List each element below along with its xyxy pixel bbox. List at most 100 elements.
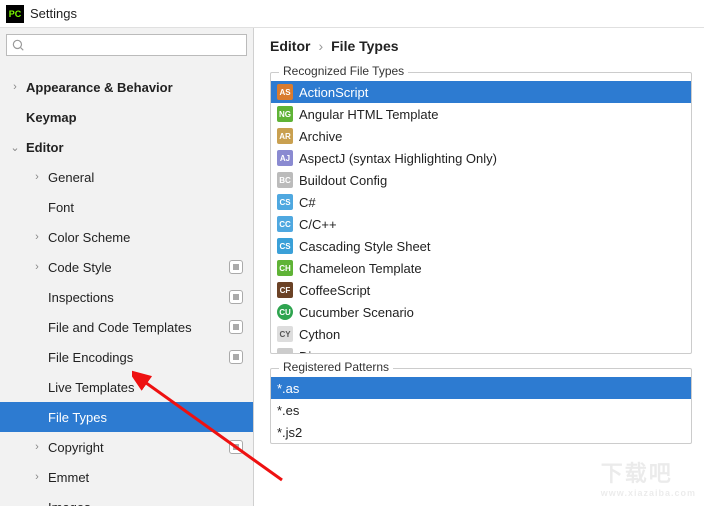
aj-file-icon: AJ: [277, 150, 293, 166]
file-type-row[interactable]: CH Chameleon Template: [271, 257, 691, 279]
registered-patterns-list[interactable]: *.as *.es *.js2: [271, 369, 691, 443]
tree-item-label: Color Scheme: [48, 230, 130, 245]
pattern-row[interactable]: *.es: [271, 399, 691, 421]
file-type-row[interactable]: AR Archive: [271, 125, 691, 147]
tree-item-copyright[interactable]: › Copyright: [0, 432, 253, 462]
as-file-icon: AS: [277, 84, 293, 100]
chevron-icon: ›: [30, 471, 44, 483]
chevron-right-icon: ›: [318, 38, 323, 54]
recognized-file-types-list[interactable]: ASActionScriptNGAngular HTML TemplateARA…: [271, 73, 691, 353]
tree-item-label: Live Templates: [48, 380, 134, 395]
tree-item-label: File and Code Templates: [48, 320, 192, 335]
chevron-icon: ⌄: [8, 141, 22, 154]
tree-item-emmet[interactable]: › Emmet: [0, 462, 253, 492]
tree-item-label: Emmet: [48, 470, 89, 485]
breadcrumb-root[interactable]: Editor: [270, 38, 310, 54]
cf-file-icon: CF: [277, 282, 293, 298]
tree-item-file-and-code-templates[interactable]: File and Code Templates: [0, 312, 253, 342]
chevron-icon: ›: [8, 81, 22, 93]
tree-item-file-types[interactable]: File Types: [0, 402, 253, 432]
cy-file-icon: CY: [277, 326, 293, 342]
file-type-label: Chameleon Template: [299, 261, 422, 276]
settings-tree: › Appearance & Behavior Keymap ⌄ Editor ›Gene…: [0, 62, 253, 506]
pattern-label: *.es: [277, 403, 299, 418]
cu-file-icon: CU: [277, 304, 293, 320]
project-scope-icon: [229, 320, 243, 334]
file-type-label: C#: [299, 195, 316, 210]
search-input[interactable]: [6, 34, 247, 56]
ar-file-icon: AR: [277, 128, 293, 144]
project-scope-icon: [229, 440, 243, 454]
pattern-label: *.as: [277, 381, 299, 396]
chevron-icon: ›: [30, 171, 44, 183]
file-type-row[interactable]: CS C#: [271, 191, 691, 213]
file-type-row[interactable]: CS Cascading Style Sheet: [271, 235, 691, 257]
window-title: Settings: [30, 6, 77, 21]
project-scope-icon: [229, 350, 243, 364]
tree-item-code-style[interactable]: › Code Style: [0, 252, 253, 282]
file-type-row[interactable]: DG Diagram: [271, 345, 691, 353]
file-type-label: ActionScript: [299, 85, 368, 100]
project-scope-icon: [229, 260, 243, 274]
dg-file-icon: DG: [277, 348, 293, 353]
tree-item-label: File Encodings: [48, 350, 133, 365]
patterns-label: Registered Patterns: [279, 360, 393, 374]
chevron-icon: ›: [30, 261, 44, 273]
file-type-row[interactable]: AJ AspectJ (syntax Highlighting Only): [271, 147, 691, 169]
content-pane: Editor › File Types Recognized File Type…: [254, 28, 704, 506]
file-type-row[interactable]: CU Cucumber Scenario: [271, 301, 691, 323]
bc-file-icon: BC: [277, 172, 293, 188]
tree-item-inspections[interactable]: Inspections: [0, 282, 253, 312]
pattern-row[interactable]: *.js2: [271, 421, 691, 443]
file-type-label: Cucumber Scenario: [299, 305, 414, 320]
file-type-label: Diagram: [299, 349, 348, 354]
file-type-row[interactable]: CFCoffeeScript: [271, 279, 691, 301]
tree-item-label: Inspections: [48, 290, 114, 305]
recognized-label: Recognized File Types: [279, 64, 408, 78]
registered-patterns-group: Registered Patterns *.as*.es*.js2: [270, 368, 692, 444]
tree-item-label: Copyright: [48, 440, 104, 455]
pattern-row[interactable]: *.as: [271, 377, 691, 399]
file-type-row[interactable]: CY Cython: [271, 323, 691, 345]
tree-item-editor[interactable]: ⌄ Editor: [0, 132, 253, 162]
tree-item-label: Appearance & Behavior: [26, 80, 173, 95]
pattern-label: *.js2: [277, 425, 302, 440]
file-type-label: C/C++: [299, 217, 337, 232]
file-type-label: Cython: [299, 327, 340, 342]
file-type-label: Archive: [299, 129, 342, 144]
app-icon: PC: [6, 5, 24, 23]
project-scope-icon: [229, 290, 243, 304]
tree-item-label: Editor: [26, 140, 64, 155]
tree-item-appearance-behavior[interactable]: › Appearance & Behavior: [0, 72, 253, 102]
cc-file-icon: CC: [277, 216, 293, 232]
sidebar: › Appearance & Behavior Keymap ⌄ Editor ›Gene…: [0, 28, 254, 506]
breadcrumb-current: File Types: [331, 38, 398, 54]
tree-item-keymap[interactable]: Keymap: [0, 102, 253, 132]
tree-item-label: Code Style: [48, 260, 112, 275]
tree-item-label: Images: [48, 500, 91, 506]
tree-item-general[interactable]: ›General: [0, 162, 253, 192]
title-bar: PC Settings: [0, 0, 704, 28]
tree-item-images[interactable]: Images: [0, 492, 253, 506]
chevron-icon: ›: [30, 441, 44, 453]
ch-file-icon: CH: [277, 260, 293, 276]
tree-item-file-encodings[interactable]: File Encodings: [0, 342, 253, 372]
file-type-row[interactable]: NGAngular HTML Template: [271, 103, 691, 125]
file-type-label: AspectJ (syntax Highlighting Only): [299, 151, 497, 166]
tree-item-label: Keymap: [26, 110, 77, 125]
tree-item-color-scheme[interactable]: › Color Scheme: [0, 222, 253, 252]
recognized-file-types-group: Recognized File Types ASActionScriptNGAn…: [270, 72, 692, 354]
cs-file-icon: CS: [277, 194, 293, 210]
tree-item-label: File Types: [48, 410, 107, 425]
file-type-label: Cascading Style Sheet: [299, 239, 431, 254]
tree-item-label: Font: [48, 200, 74, 215]
file-type-row[interactable]: CC C/C++: [271, 213, 691, 235]
file-type-row[interactable]: AS ActionScript: [271, 81, 691, 103]
chevron-icon: ›: [30, 231, 44, 243]
file-type-label: Angular HTML Template: [299, 107, 438, 122]
breadcrumb: Editor › File Types: [270, 38, 692, 54]
tree-item-live-templates[interactable]: Live Templates: [0, 372, 253, 402]
file-type-row[interactable]: BCBuildout Config: [271, 169, 691, 191]
tree-item-font[interactable]: Font: [0, 192, 253, 222]
css-file-icon: CS: [277, 238, 293, 254]
